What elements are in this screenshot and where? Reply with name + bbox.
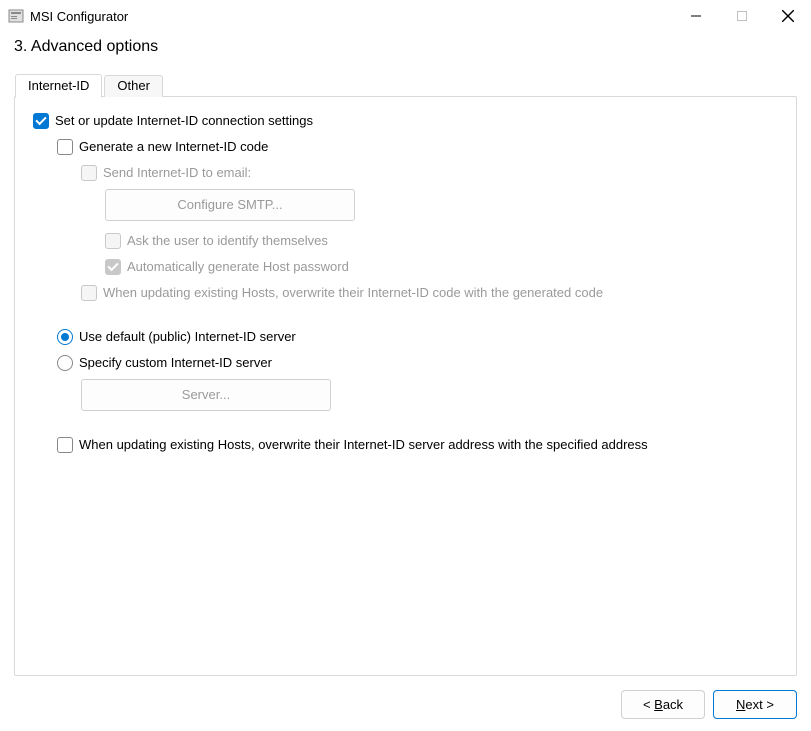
window-controls	[673, 0, 811, 32]
tab-strip: Internet-ID Other	[15, 73, 165, 97]
row-server-button: Server...	[81, 379, 778, 411]
row-auto-host-pw: Automatically generate Host password	[105, 257, 778, 277]
checkbox-overwrite-server[interactable]	[57, 437, 73, 453]
checkbox-overwrite-code	[81, 285, 97, 301]
footer: < Back Next >	[621, 690, 797, 719]
content-area: Internet-ID Other Set or update Internet…	[0, 66, 811, 676]
radio-use-default-server[interactable]	[57, 329, 73, 345]
back-button-label: < Back	[643, 697, 683, 712]
row-ask-identify: Ask the user to identify themselves	[105, 231, 778, 251]
close-button[interactable]	[765, 0, 811, 32]
row-specify-custom-server: Specify custom Internet-ID server	[57, 353, 778, 373]
checkbox-generate-new[interactable]	[57, 139, 73, 155]
row-send-email: Send Internet-ID to email:	[81, 163, 778, 183]
app-icon	[8, 8, 24, 24]
radio-specify-custom-server[interactable]	[57, 355, 73, 371]
row-set-or-update: Set or update Internet-ID connection set…	[33, 111, 778, 131]
row-use-default-server: Use default (public) Internet-ID server	[57, 327, 778, 347]
configure-smtp-button: Configure SMTP...	[105, 189, 355, 221]
back-button[interactable]: < Back	[621, 690, 705, 719]
server-button: Server...	[81, 379, 331, 411]
label-send-email: Send Internet-ID to email:	[103, 163, 251, 183]
label-specify-custom-server: Specify custom Internet-ID server	[79, 353, 272, 373]
label-use-default-server: Use default (public) Internet-ID server	[79, 327, 296, 347]
tab-panel: Internet-ID Other Set or update Internet…	[14, 96, 797, 676]
row-smtp-button: Configure SMTP...	[105, 189, 778, 221]
row-overwrite-code: When updating existing Hosts, overwrite …	[81, 283, 778, 303]
tab-internet-id[interactable]: Internet-ID	[15, 74, 102, 98]
title-bar: MSI Configurator	[0, 0, 811, 32]
checkbox-auto-host-pw	[105, 259, 121, 275]
label-auto-host-pw: Automatically generate Host password	[127, 257, 349, 277]
checkbox-send-email	[81, 165, 97, 181]
maximize-button	[719, 0, 765, 32]
label-generate-new: Generate a new Internet-ID code	[79, 137, 268, 157]
label-overwrite-server: When updating existing Hosts, overwrite …	[79, 435, 648, 455]
next-button-label: Next >	[736, 697, 774, 712]
label-overwrite-code: When updating existing Hosts, overwrite …	[103, 283, 603, 303]
next-button[interactable]: Next >	[713, 690, 797, 719]
label-ask-identify: Ask the user to identify themselves	[127, 231, 328, 251]
row-generate-new: Generate a new Internet-ID code	[57, 137, 778, 157]
checkbox-ask-identify	[105, 233, 121, 249]
label-set-or-update: Set or update Internet-ID connection set…	[55, 111, 313, 131]
window-title: MSI Configurator	[30, 9, 673, 24]
checkbox-set-or-update[interactable]	[33, 113, 49, 129]
page-heading: 3. Advanced options	[0, 32, 811, 66]
minimize-button[interactable]	[673, 0, 719, 32]
tab-other[interactable]: Other	[104, 75, 163, 97]
row-overwrite-server: When updating existing Hosts, overwrite …	[57, 435, 778, 455]
